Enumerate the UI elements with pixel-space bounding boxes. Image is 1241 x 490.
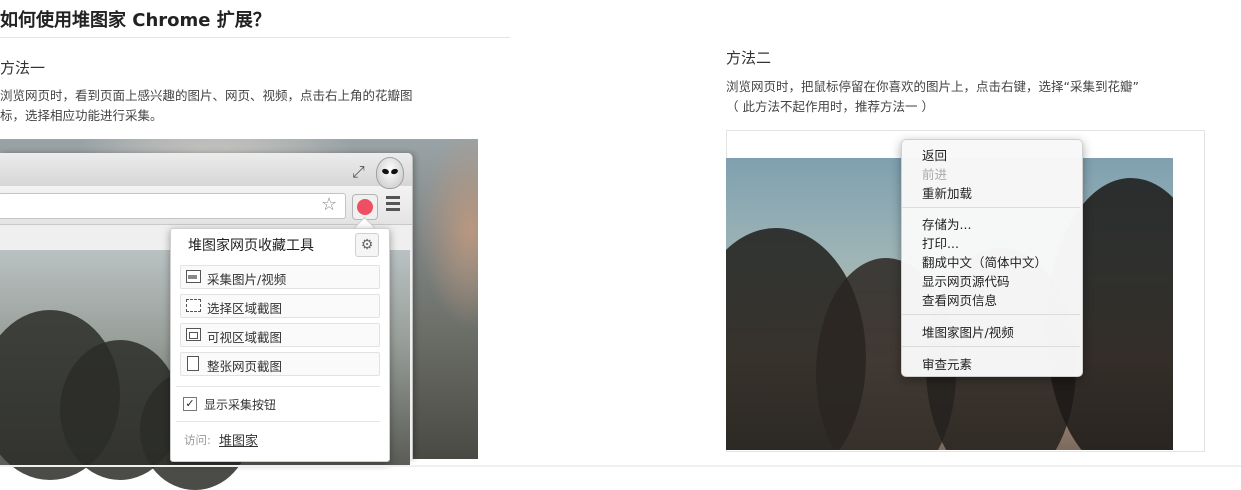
address-bar[interactable]: [0, 193, 346, 219]
popup-item-select-area[interactable]: 选择区域截图: [180, 294, 380, 318]
context-menu-item-view-source[interactable]: 显示网页源代码: [922, 271, 1010, 290]
method1-title: 方法一: [0, 59, 46, 77]
method1-desc-line2: 标，选择相应功能进行采集。: [0, 108, 163, 123]
context-menu-item-forward: 前进: [922, 167, 948, 182]
context-menu-item-reload[interactable]: 重新加载: [922, 183, 972, 202]
popup-item-visible-area[interactable]: 可视区域截图: [180, 323, 380, 347]
popup-divider: [176, 421, 380, 422]
popup-item-label: 可视区域截图: [207, 330, 283, 345]
star-icon[interactable]: ☆: [321, 194, 337, 215]
context-menu-item-save-as[interactable]: 存储为...: [922, 214, 971, 233]
full-page-icon: [187, 356, 199, 371]
checkbox-label: 显示采集按钮: [204, 398, 277, 412]
method2-desc-line2: （ 此方法不起作用时，推荐方法一 ）: [726, 99, 934, 114]
context-menu-item-translate[interactable]: 翻成中文（简体中文）: [922, 252, 1047, 271]
gear-icon[interactable]: ⚙: [355, 233, 379, 257]
method2-title: 方法二: [726, 49, 772, 67]
context-menu-item-inspect[interactable]: 审查元素: [922, 354, 972, 373]
hamburger-menu-icon[interactable]: [386, 196, 400, 212]
visible-area-icon: [186, 328, 201, 341]
context-menu-item-print[interactable]: 打印...: [922, 233, 959, 252]
page-title: 如何使用堆图家 Chrome 扩展？: [0, 10, 271, 31]
context-menu-item-collect[interactable]: 堆图家图片/视频: [922, 322, 1014, 341]
popup-item-label: 选择区域截图: [207, 301, 283, 316]
method2-desc-line1: 浏览网页时，把鼠标停留在你喜欢的图片上，点击右键，选择“采集到花瓣”: [726, 79, 1139, 94]
popup-item-full-page[interactable]: 整张网页截图: [180, 352, 380, 376]
context-menu-item-page-info[interactable]: 查看网页信息: [922, 290, 997, 309]
popup-item-label: 整张网页截图: [207, 359, 283, 374]
context-menu-divider: [902, 346, 1080, 347]
context-menu-item-back[interactable]: 返回: [922, 145, 947, 164]
bottom-divider: [0, 465, 1241, 467]
popup-item-collect-image[interactable]: 采集图片/视频: [180, 265, 380, 289]
resize-icon[interactable]: ⤢: [352, 162, 365, 182]
huaban-extension-icon[interactable]: [352, 194, 378, 220]
title-divider: [0, 37, 510, 38]
visit-label: 访问:: [184, 433, 211, 447]
select-area-icon: [186, 299, 201, 312]
popup-title: 堆图家网页收藏工具: [188, 238, 314, 254]
show-collect-button-checkbox[interactable]: ✓: [183, 397, 197, 411]
profile-avatar-icon[interactable]: [376, 157, 404, 189]
popup-divider: [176, 386, 380, 387]
browser-titlebar: [0, 153, 412, 187]
context-menu-divider: [902, 207, 1080, 208]
popup-item-label: 采集图片/视频: [207, 272, 287, 287]
method1-desc-line1: 浏览网页时，看到页面上感兴趣的图片、网页、视频，点击右上角的花瓣图: [0, 88, 413, 103]
context-menu-divider: [902, 314, 1080, 315]
image-icon: [186, 270, 201, 283]
visit-link[interactable]: 堆图家: [219, 430, 258, 449]
